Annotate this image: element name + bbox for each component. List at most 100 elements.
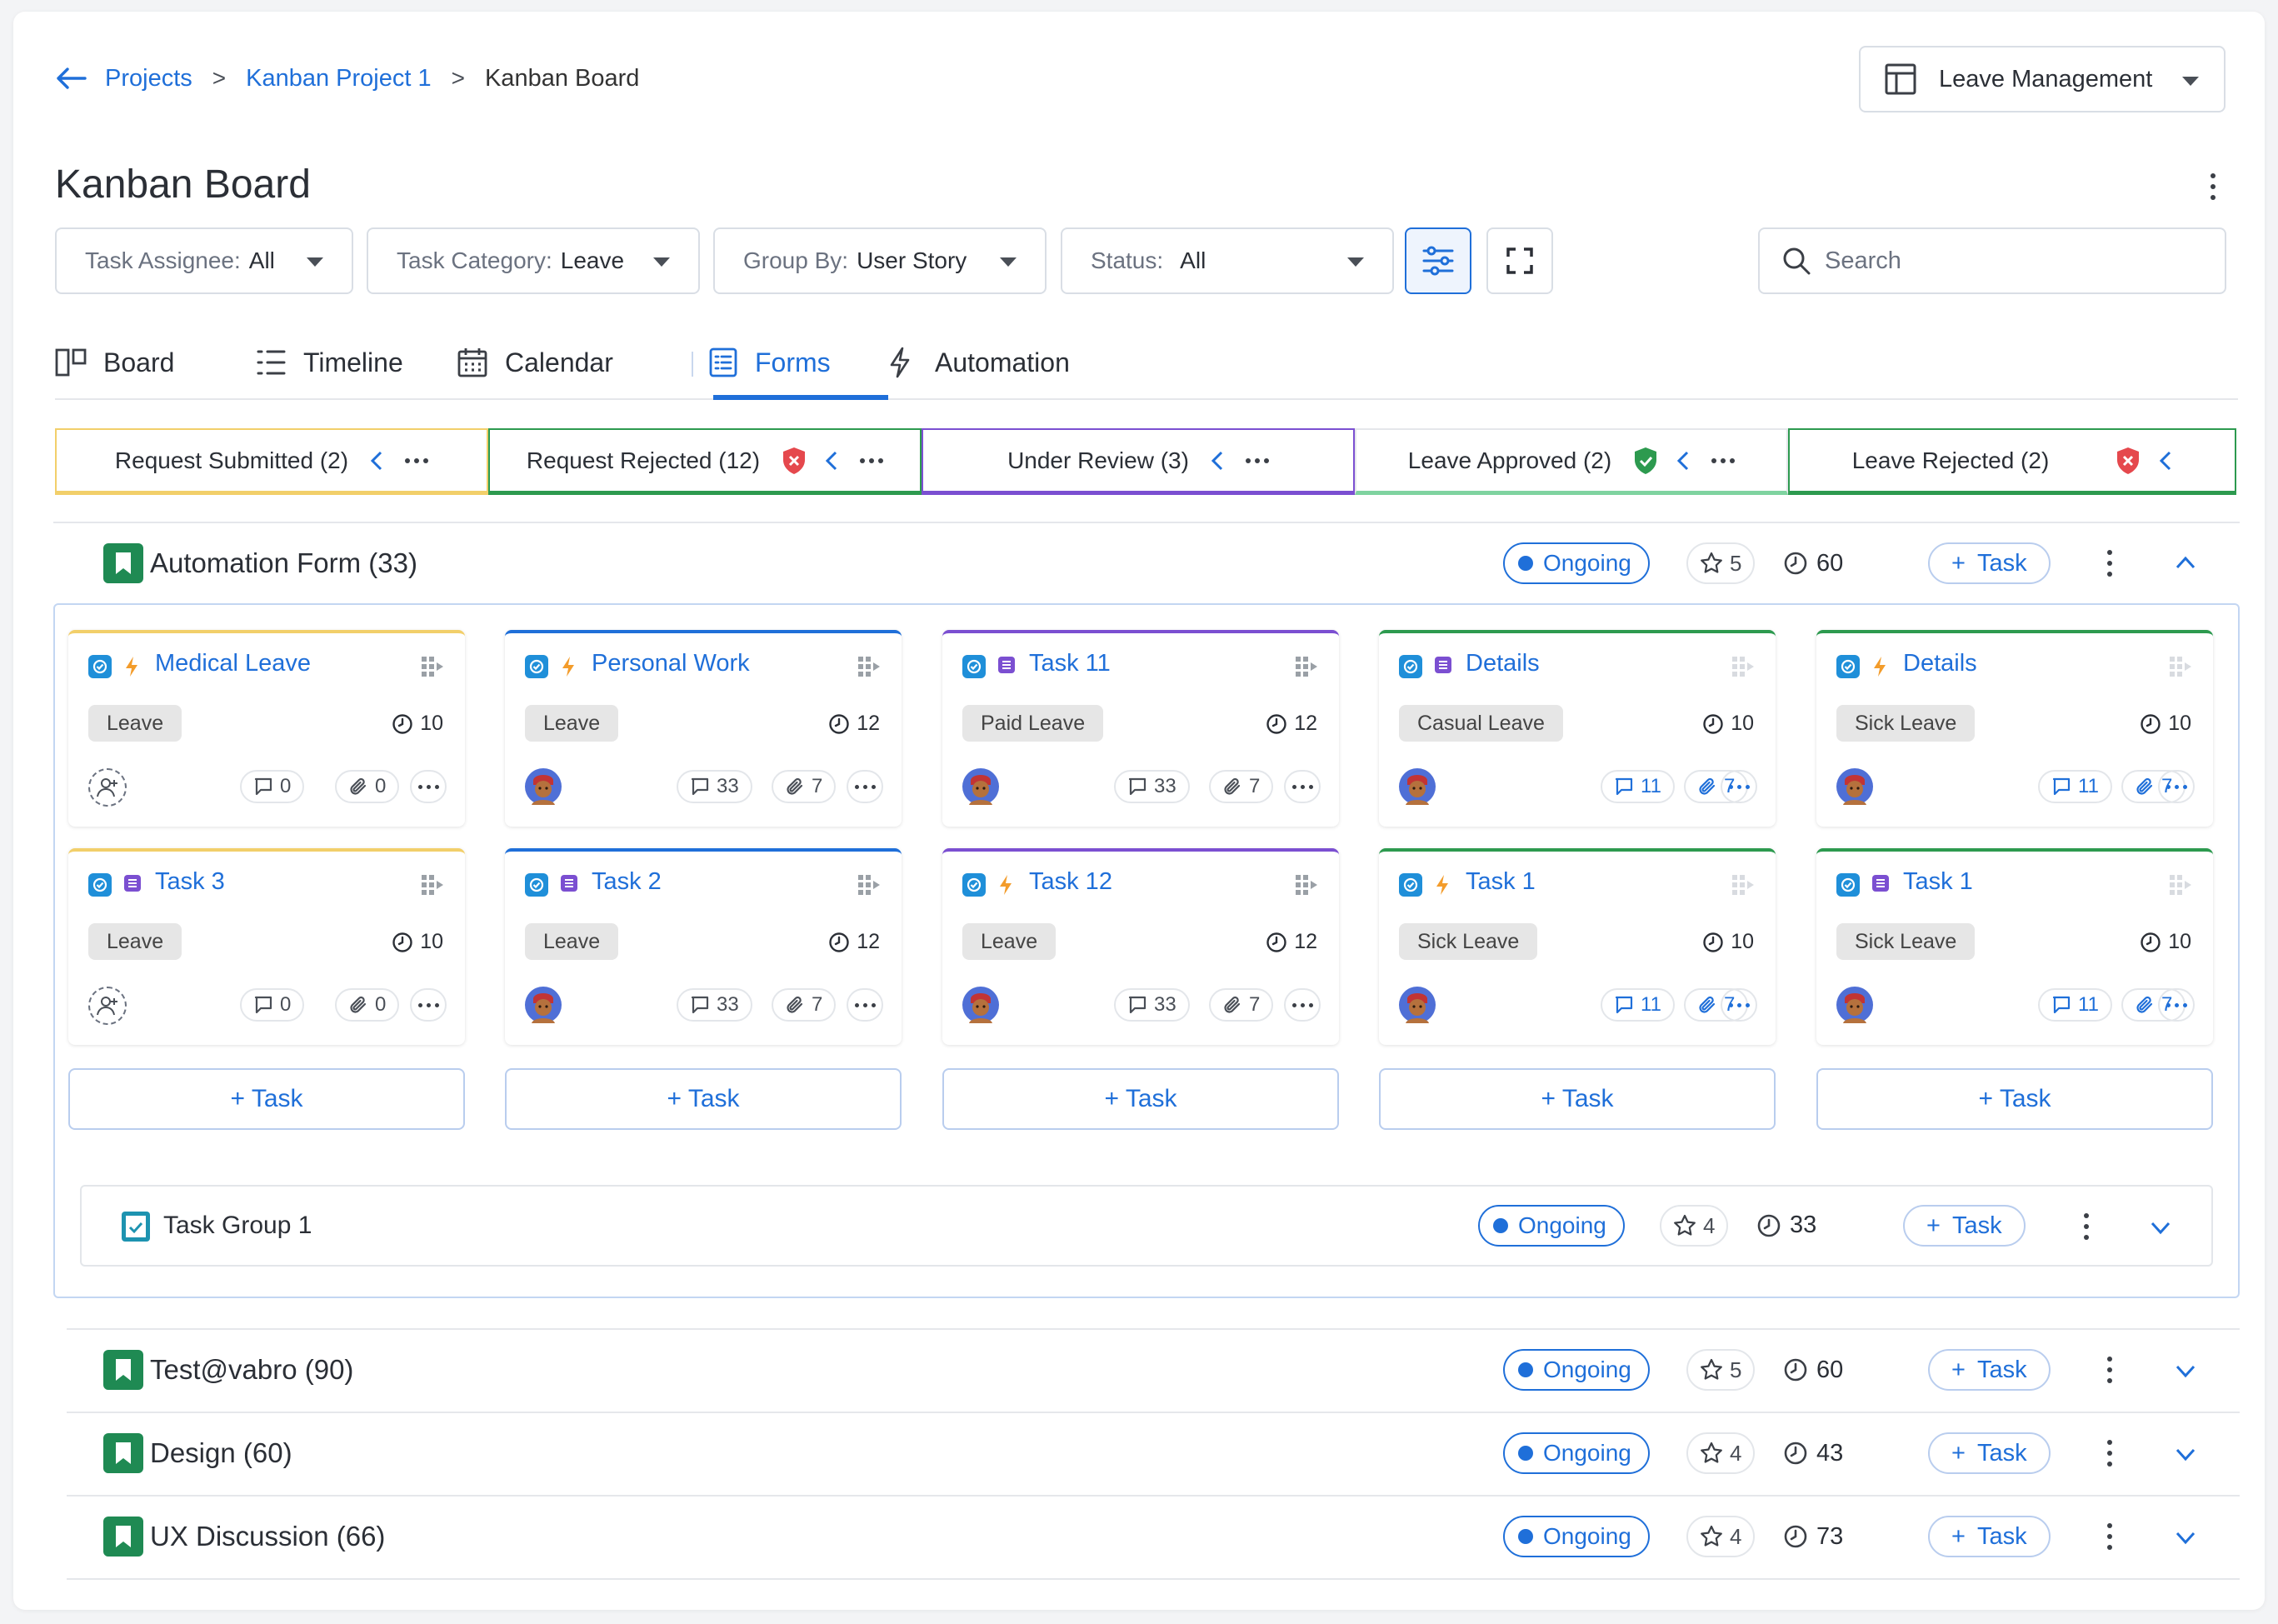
group-more-icon[interactable] — [2093, 1353, 2126, 1387]
group-row-automation-form[interactable]: Automation Form (33) Ongoing 5 60 + Task — [53, 523, 2240, 603]
task-card[interactable]: Task 11 Paid Leave 12 33 7 — [942, 630, 1339, 827]
drag-handle-icon[interactable] — [420, 655, 445, 678]
drag-handle-icon[interactable] — [420, 873, 445, 897]
task-title[interactable]: Details — [1903, 650, 1977, 677]
task-title[interactable]: Task 12 — [1029, 868, 1112, 896]
comments-count[interactable]: 33 — [1114, 770, 1190, 803]
tab-timeline[interactable]: Timeline — [255, 325, 403, 400]
task-done-icon[interactable] — [525, 655, 548, 678]
task-title[interactable]: Details — [1466, 650, 1540, 677]
tab-automation[interactable]: Automation — [888, 325, 1070, 400]
group-row[interactable]: Test@vabro (90) Ongoing 5 60 + Task — [53, 1330, 2240, 1410]
drag-handle-icon[interactable] — [857, 655, 882, 678]
drag-handle-icon[interactable] — [2168, 655, 2193, 678]
collapse-left-icon[interactable] — [1676, 450, 1690, 472]
add-task-button[interactable]: + Task — [1928, 1516, 2051, 1557]
task-done-icon[interactable] — [525, 873, 548, 897]
assign-user-icon[interactable] — [88, 987, 127, 1025]
column-more-icon[interactable] — [1245, 457, 1269, 463]
task-title[interactable]: Task 3 — [155, 868, 225, 896]
add-card-button[interactable]: + Task — [1379, 1068, 1776, 1130]
drag-handle-icon[interactable] — [1731, 873, 1756, 897]
tab-forms[interactable]: Forms — [708, 325, 831, 400]
task-done-icon[interactable] — [88, 655, 112, 678]
card-more-icon[interactable] — [2158, 988, 2195, 1022]
collapse-left-icon[interactable] — [2159, 450, 2172, 472]
attachments-count[interactable]: 7 — [1209, 988, 1274, 1022]
card-more-icon[interactable] — [1721, 988, 1757, 1022]
task-title[interactable]: Task 11 — [1029, 650, 1111, 677]
assignee-filter[interactable]: Task Assignee: All — [55, 227, 353, 294]
task-done-icon[interactable] — [1399, 873, 1422, 897]
task-done-icon[interactable] — [962, 655, 986, 678]
drag-handle-icon[interactable] — [1294, 873, 1319, 897]
task-title[interactable]: Task 1 — [1903, 868, 1973, 896]
attachments-count[interactable]: 7 — [772, 770, 837, 803]
task-card[interactable]: Task 12 Leave 12 33 7 — [942, 848, 1339, 1045]
add-task-button[interactable]: + Task — [1928, 542, 2051, 584]
add-task-button[interactable]: + Task — [1928, 1349, 2051, 1391]
task-title[interactable]: Task 1 — [1466, 868, 1536, 896]
status-badge[interactable]: Ongoing — [1503, 1516, 1650, 1557]
comments-count[interactable]: 11 — [2038, 988, 2112, 1022]
tab-calendar[interactable]: Calendar — [457, 325, 613, 400]
assignee-avatar[interactable] — [1399, 987, 1436, 1023]
comments-count[interactable]: 0 — [240, 770, 305, 803]
status-badge[interactable]: Ongoing — [1503, 542, 1650, 584]
card-more-icon[interactable] — [410, 988, 447, 1022]
search-input[interactable]: Search — [1758, 227, 2226, 294]
collapse-left-icon[interactable] — [825, 450, 838, 472]
column-more-icon[interactable] — [860, 457, 884, 463]
category-filter[interactable]: Task Category: Leave — [367, 227, 700, 294]
drag-handle-icon[interactable] — [1294, 655, 1319, 678]
add-card-button[interactable]: + Task — [942, 1068, 1339, 1130]
task-card[interactable]: Personal Work Leave 12 33 7 — [505, 630, 902, 827]
collapse-left-icon[interactable] — [1211, 450, 1224, 472]
task-card[interactable]: Medical Leave Leave 10 0 0 — [68, 630, 465, 827]
comments-count[interactable]: 33 — [677, 988, 752, 1022]
drag-handle-icon[interactable] — [1731, 655, 1756, 678]
task-done-icon[interactable] — [962, 873, 986, 897]
breadcrumb-projects[interactable]: Projects — [105, 65, 192, 92]
chevron-down-icon[interactable] — [2175, 1447, 2196, 1462]
add-card-button[interactable]: + Task — [68, 1068, 465, 1130]
task-done-icon[interactable] — [1399, 655, 1422, 678]
assign-user-icon[interactable] — [88, 768, 127, 807]
assignee-avatar[interactable] — [525, 768, 562, 805]
task-done-icon[interactable] — [1836, 655, 1860, 678]
chevron-down-icon[interactable] — [2175, 1530, 2196, 1545]
card-more-icon[interactable] — [410, 770, 447, 803]
group-more-icon[interactable] — [2093, 1520, 2126, 1553]
subgroup-more-icon[interactable] — [2070, 1210, 2103, 1243]
column-header-leave-rejected[interactable]: Leave Rejected (2) — [1788, 428, 2236, 495]
comments-count[interactable]: 11 — [1601, 770, 1675, 803]
status-badge[interactable]: Ongoing — [1478, 1205, 1625, 1247]
tab-board[interactable]: Board — [55, 325, 174, 400]
subgroup-row-task-group-1[interactable]: Task Group 1 Ongoing 4 33 + Task — [80, 1185, 2213, 1267]
comments-count[interactable]: 11 — [2038, 770, 2112, 803]
group-more-icon[interactable] — [2093, 1437, 2126, 1470]
assignee-avatar[interactable] — [525, 987, 562, 1023]
add-task-button[interactable]: + Task — [1903, 1205, 2026, 1247]
task-card[interactable]: Task 2 Leave 12 33 7 — [505, 848, 902, 1045]
project-select[interactable]: Leave Management — [1859, 46, 2226, 112]
breadcrumb-project[interactable]: Kanban Project 1 — [246, 65, 431, 92]
assignee-avatar[interactable] — [962, 987, 999, 1023]
column-header-request-rejected[interactable]: Request Rejected (12) — [488, 428, 922, 495]
group-row[interactable]: UX Discussion (66) Ongoing 4 73 + Task — [53, 1497, 2240, 1577]
assignee-avatar[interactable] — [1836, 987, 1873, 1023]
group-row[interactable]: Design (60) Ongoing 4 43 + Task — [53, 1413, 2240, 1493]
column-more-icon[interactable] — [405, 457, 429, 463]
task-card[interactable]: DetailsCasual Leave10117 — [1379, 630, 1776, 827]
collapse-left-icon[interactable] — [370, 450, 383, 472]
comments-count[interactable]: 33 — [1114, 988, 1190, 1022]
page-more-icon[interactable] — [2196, 170, 2230, 203]
card-more-icon[interactable] — [847, 988, 883, 1022]
status-badge[interactable]: Ongoing — [1503, 1349, 1650, 1391]
chevron-down-icon[interactable] — [2150, 1220, 2171, 1235]
task-done-icon[interactable] — [88, 873, 112, 897]
add-card-button[interactable]: + Task — [1816, 1068, 2213, 1130]
chevron-up-icon[interactable] — [2175, 555, 2196, 570]
status-badge[interactable]: Ongoing — [1503, 1432, 1650, 1474]
comments-count[interactable]: 0 — [240, 988, 305, 1022]
